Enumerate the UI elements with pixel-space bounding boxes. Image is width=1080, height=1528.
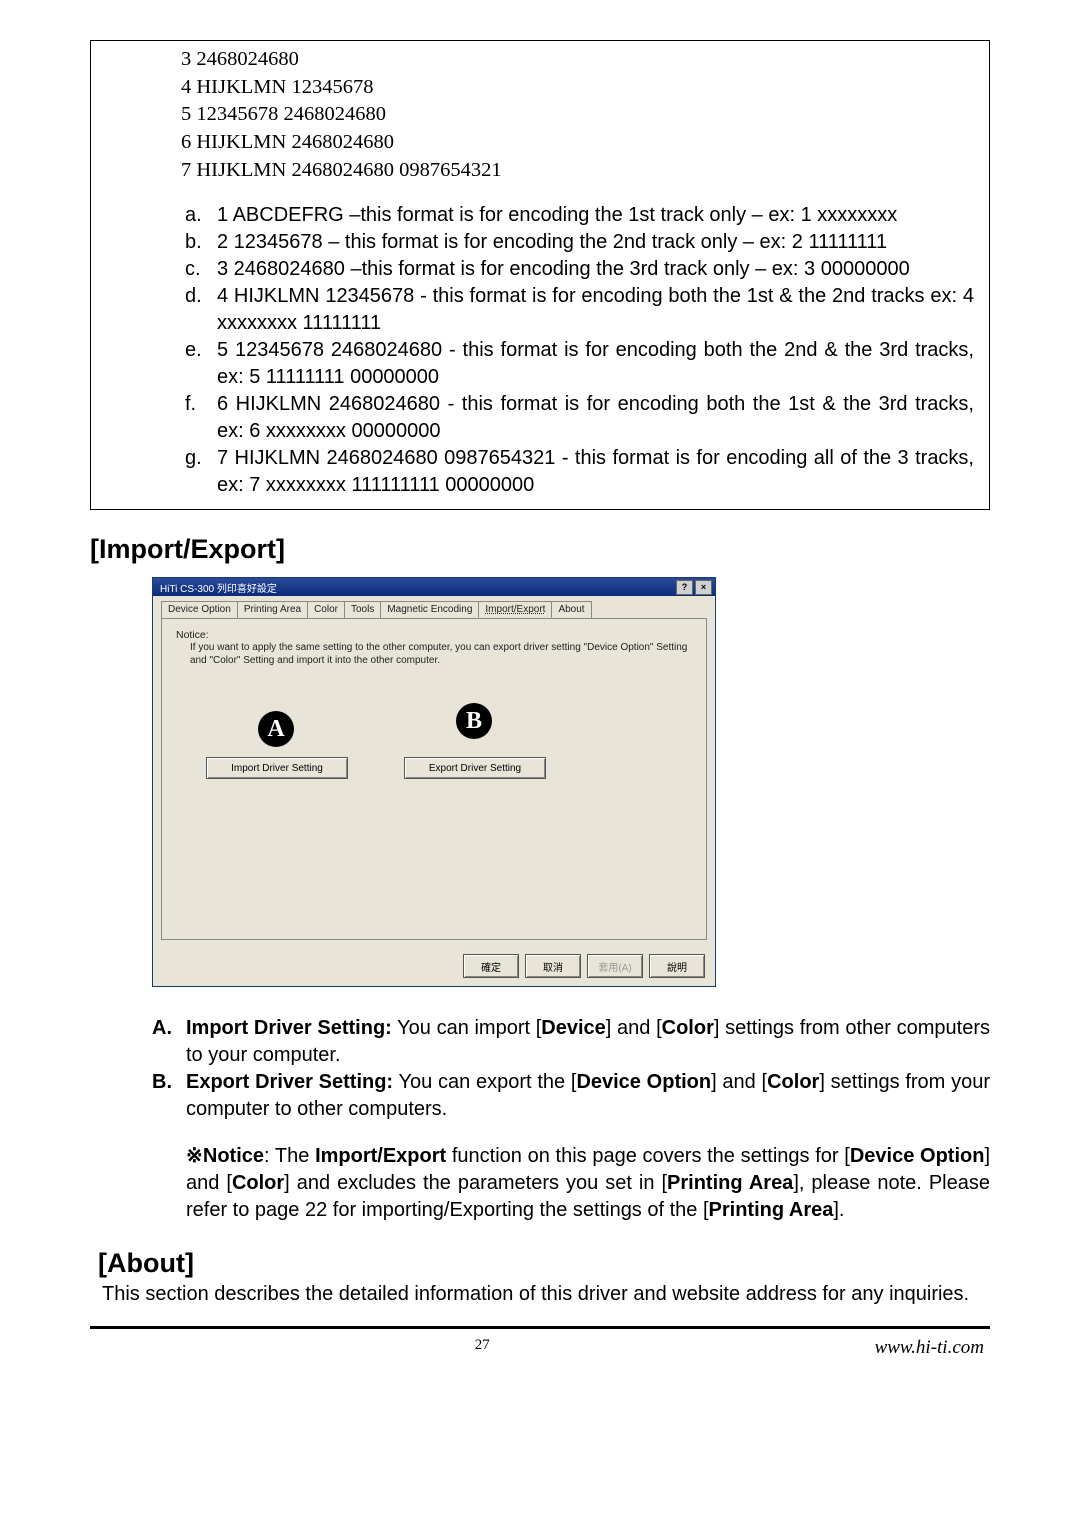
desc-marker: A. bbox=[152, 1015, 186, 1069]
section-heading-about: [About] bbox=[98, 1248, 990, 1279]
notice-text: If you want to apply the same setting to… bbox=[176, 641, 692, 667]
dialog-buttons: 確定 取消 套用(A) 說明 bbox=[153, 948, 715, 986]
tab-color[interactable]: Color bbox=[307, 601, 345, 618]
ok-button[interactable]: 確定 bbox=[463, 954, 519, 978]
help-icon[interactable]: ? bbox=[676, 580, 693, 595]
tab-magnetic-encoding[interactable]: Magnetic Encoding bbox=[380, 601, 479, 618]
format-line: 4 HIJKLMN 12345678 bbox=[181, 74, 974, 102]
list-marker: f. bbox=[181, 391, 217, 445]
close-icon[interactable]: × bbox=[695, 580, 712, 595]
page-number: 27 bbox=[90, 1337, 875, 1359]
list-marker: a. bbox=[181, 202, 217, 229]
list-marker: g. bbox=[181, 445, 217, 499]
list-text: 2 12345678 – this format is for encoding… bbox=[217, 229, 974, 256]
tab-device-option[interactable]: Device Option bbox=[161, 601, 238, 618]
formats-box: 3 2468024680 4 HIJKLMN 12345678 5 123456… bbox=[90, 40, 990, 510]
tab-printing-area[interactable]: Printing Area bbox=[237, 601, 308, 618]
notice-label: Notice: bbox=[176, 629, 692, 641]
list-text: 7 HIJKLMN 2468024680 0987654321 - this f… bbox=[217, 445, 974, 499]
list-text: 3 2468024680 –this format is for encodin… bbox=[217, 256, 974, 283]
tab-panel: Notice: If you want to apply the same se… bbox=[161, 618, 707, 940]
tab-about[interactable]: About bbox=[551, 601, 591, 618]
format-line: 7 HIJKLMN 2468024680 0987654321 bbox=[181, 157, 974, 185]
list-marker: c. bbox=[181, 256, 217, 283]
section-heading-import-export: [Import/Export] bbox=[90, 534, 990, 565]
desc-a: Import Driver Setting: You can import [D… bbox=[186, 1015, 990, 1069]
desc-marker: B. bbox=[152, 1069, 186, 1123]
notice-paragraph: ※Notice: The Import/Export function on t… bbox=[186, 1143, 990, 1224]
divider bbox=[90, 1326, 990, 1329]
page-container: 3 2468024680 4 HIJKLMN 12345678 5 123456… bbox=[0, 0, 1080, 1399]
about-intro: This section describes the detailed info… bbox=[102, 1281, 990, 1308]
list-text: 4 HIJKLMN 12345678 - this format is for … bbox=[217, 283, 974, 337]
list-text: 5 12345678 2468024680 - this format is f… bbox=[217, 337, 974, 391]
apply-button[interactable]: 套用(A) bbox=[587, 954, 643, 978]
import-driver-setting-button[interactable]: Import Driver Setting bbox=[206, 757, 348, 779]
dialog-window: HiTi CS-300 列印喜好設定 ? × Device Option Pri… bbox=[152, 577, 716, 987]
format-line: 6 HIJKLMN 2468024680 bbox=[181, 129, 974, 157]
cancel-button[interactable]: 取消 bbox=[525, 954, 581, 978]
format-line: 3 2468024680 bbox=[181, 46, 974, 74]
tab-import-export[interactable]: Import/Export bbox=[478, 601, 552, 618]
export-driver-setting-button[interactable]: Export Driver Setting bbox=[404, 757, 546, 779]
desc-b: Export Driver Setting: You can export th… bbox=[186, 1069, 990, 1123]
list-marker: e. bbox=[181, 337, 217, 391]
badge-b: B bbox=[456, 703, 492, 739]
page-footer: 27 www.hi-ti.com bbox=[90, 1337, 990, 1359]
format-line: 5 12345678 2468024680 bbox=[181, 101, 974, 129]
footer-url: www.hi-ti.com bbox=[875, 1337, 990, 1359]
tab-tools[interactable]: Tools bbox=[344, 601, 381, 618]
format-explain-list: a.1 ABCDEFRG –this format is for encodin… bbox=[181, 202, 974, 499]
list-marker: b. bbox=[181, 229, 217, 256]
list-marker: d. bbox=[181, 283, 217, 337]
list-text: 1 ABCDEFRG –this format is for encoding … bbox=[217, 202, 974, 229]
badge-a: A bbox=[258, 711, 294, 747]
window-title: HiTi CS-300 列印喜好設定 bbox=[156, 580, 674, 595]
format-examples: 3 2468024680 4 HIJKLMN 12345678 5 123456… bbox=[181, 46, 974, 184]
titlebar[interactable]: HiTi CS-300 列印喜好設定 ? × bbox=[153, 578, 715, 596]
help-button[interactable]: 說明 bbox=[649, 954, 705, 978]
list-text: 6 HIJKLMN 2468024680 - this format is fo… bbox=[217, 391, 974, 445]
description-list: A. Import Driver Setting: You can import… bbox=[152, 1015, 990, 1123]
tab-bar: Device Option Printing Area Color Tools … bbox=[153, 596, 715, 618]
